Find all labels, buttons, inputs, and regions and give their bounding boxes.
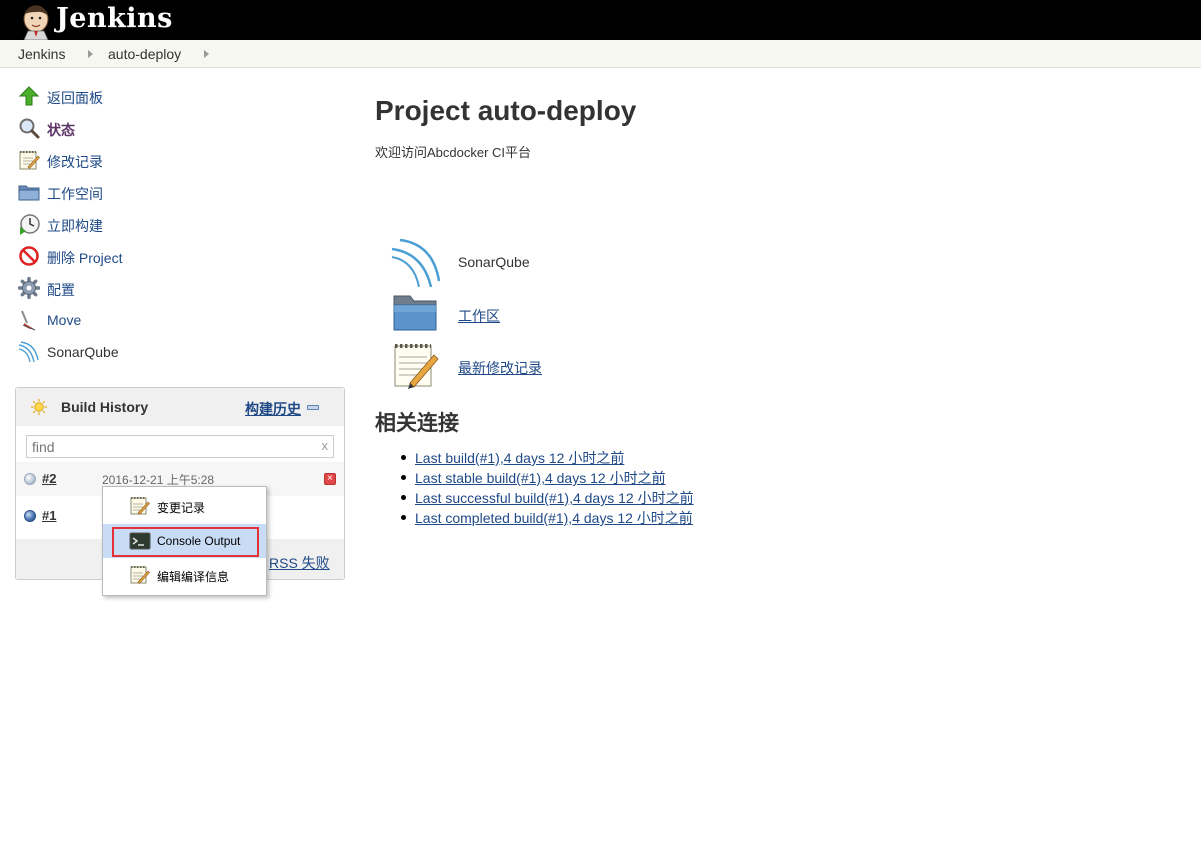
menu-item-changes[interactable]: 变更记录: [103, 489, 266, 523]
permalinks-heading: 相关连接: [375, 412, 459, 435]
task-label: SonarQube: [47, 344, 119, 360]
task-delete-project[interactable]: 删除 Project: [18, 245, 318, 271]
task-changes[interactable]: 修改记录: [18, 149, 318, 175]
build-number-link[interactable]: #1: [42, 508, 56, 523]
build-status-success-icon: [24, 510, 36, 522]
task-status[interactable]: 状态: [18, 117, 318, 143]
main-item-sonarqube[interactable]: SonarQube: [390, 237, 790, 287]
main-item-label: SonarQube: [458, 254, 530, 270]
sonarqube-icon: [391, 238, 440, 287]
task-label: 修改记录: [47, 154, 103, 170]
search-icon: [19, 118, 40, 139]
build-context-menu: 变更记录 Console Output 编辑编译信息: [102, 486, 267, 596]
menu-item-edit-build-info[interactable]: 编辑编译信息: [103, 558, 266, 592]
breadcrumb: Jenkins auto-deploy: [0, 40, 1201, 68]
build-history-header: Build History 构建历史: [16, 388, 344, 426]
jenkins-logo-icon[interactable]: [18, 2, 54, 40]
permalink-last-stable-build[interactable]: Last stable build(#1),4 days 12 小时之前: [415, 470, 666, 486]
build-search-box: x: [26, 435, 334, 458]
main-item-workspace[interactable]: 工作区: [390, 290, 790, 340]
permalink-last-build[interactable]: Last build(#1),4 days 12 小时之前: [415, 450, 624, 466]
task-label: 配置: [47, 282, 75, 298]
collapse-icon[interactable]: [307, 405, 319, 410]
task-label: 工作空间: [47, 186, 103, 202]
page-title: Project auto-deploy: [375, 95, 637, 126]
task-label: 删除 Project: [47, 250, 123, 266]
notepad-icon: [130, 566, 150, 584]
clear-search-icon[interactable]: x: [322, 438, 329, 453]
task-label: 立即构建: [47, 218, 103, 234]
page-header: Jenkins: [0, 0, 1201, 40]
permalink-last-successful-build[interactable]: Last successful build(#1),4 days 12 小时之前: [415, 490, 694, 506]
terminal-icon: [129, 532, 151, 550]
gear-icon: [18, 277, 40, 299]
main-item-recent-changes[interactable]: 最新修改记录: [390, 341, 790, 391]
breadcrumb-arrow-icon[interactable]: [88, 50, 93, 58]
task-label: 返回面板: [47, 90, 103, 106]
menu-item-console-output[interactable]: Console Output: [103, 524, 266, 558]
project-description: 欢迎访问Abcdocker CI平台: [375, 145, 532, 160]
task-back-to-dashboard[interactable]: 返回面板: [18, 85, 318, 111]
build-trend-link[interactable]: 构建历史: [245, 399, 301, 419]
task-move[interactable]: Move: [18, 309, 318, 335]
build-number-link[interactable]: #2: [42, 471, 56, 486]
permalinks-list: Last build(#1),4 days 12 小时之前 Last stabl…: [399, 448, 694, 528]
breadcrumb-arrow-icon[interactable]: [204, 50, 209, 58]
task-build-now[interactable]: 立即构建: [18, 213, 318, 239]
clock-icon: [20, 214, 40, 235]
list-item: Last completed build(#1),4 days 12 小时之前: [399, 508, 694, 528]
permalink-last-completed-build[interactable]: Last completed build(#1),4 days 12 小时之前: [415, 510, 693, 526]
notepad-icon: [394, 344, 439, 389]
task-label: Move: [47, 312, 82, 328]
no-entry-icon: [19, 246, 39, 266]
sonarqube-icon: [18, 341, 39, 363]
main-item-label[interactable]: 最新修改记录: [458, 358, 542, 378]
list-item: Last stable build(#1),4 days 12 小时之前: [399, 468, 694, 488]
brand-title[interactable]: Jenkins: [56, 3, 173, 34]
cancel-build-icon[interactable]: ×: [324, 473, 336, 485]
notepad-icon: [19, 151, 40, 170]
menu-item-label: 变更记录: [157, 501, 206, 515]
task-label: 状态: [47, 122, 75, 138]
menu-item-label: 编辑编译信息: [157, 570, 230, 584]
breadcrumb-item-auto-deploy[interactable]: auto-deploy: [108, 46, 181, 62]
folder-icon: [18, 185, 40, 201]
up-arrow-icon: [18, 86, 40, 106]
build-history-title: Build History: [61, 399, 149, 415]
breadcrumb-item-jenkins[interactable]: Jenkins: [18, 46, 65, 62]
sun-icon: [31, 399, 47, 415]
task-configure[interactable]: 配置: [18, 277, 318, 303]
task-sonarqube[interactable]: SonarQube: [18, 341, 318, 367]
build-search-input[interactable]: [27, 436, 317, 457]
task-workspace[interactable]: 工作空间: [18, 181, 318, 207]
build-status-pending-icon: [24, 473, 36, 485]
main-item-label[interactable]: 工作区: [458, 306, 500, 326]
folder-icon: [393, 295, 437, 331]
rss-failures-link[interactable]: RSS 失败: [269, 553, 330, 573]
menu-item-label: Console Output: [157, 534, 241, 548]
list-item: Last successful build(#1),4 days 12 小时之前: [399, 488, 694, 508]
move-icon: [21, 310, 36, 331]
notepad-icon: [130, 497, 150, 515]
list-item: Last build(#1),4 days 12 小时之前: [399, 448, 694, 468]
